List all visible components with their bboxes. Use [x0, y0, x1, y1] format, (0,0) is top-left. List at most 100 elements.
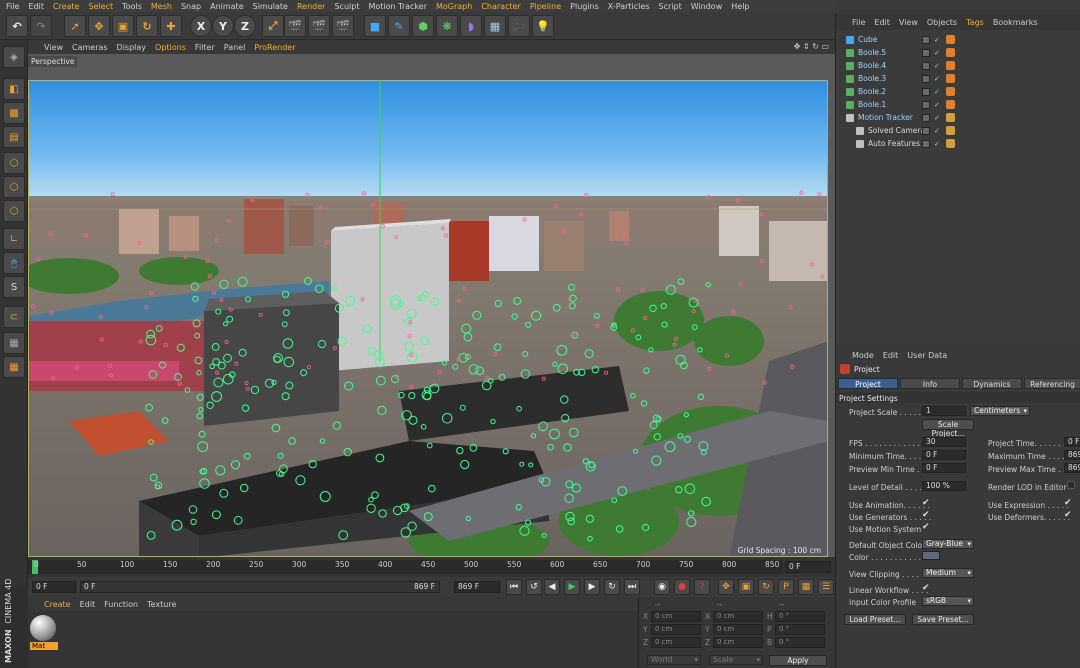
recent-tool-icon[interactable]: ✚: [160, 15, 182, 37]
preview-max-field[interactable]: 869: [1064, 463, 1080, 473]
menu-create[interactable]: Create: [53, 2, 80, 11]
tweak-mode-icon[interactable]: 🖱: [3, 252, 25, 274]
objects-menu-tags[interactable]: Tags: [966, 18, 984, 27]
visibility-toggle-icon[interactable]: [922, 87, 930, 96]
project-time-field[interactable]: 0 F: [1064, 437, 1080, 447]
default-object-color-dropdown[interactable]: Gray-Blue: [922, 539, 974, 549]
use-deformers-checkbox[interactable]: ✔: [1064, 510, 1072, 520]
record-active-icon[interactable]: ◉: [654, 579, 670, 595]
menu-window[interactable]: Window: [691, 2, 723, 11]
render-lod-checkbox[interactable]: [1067, 481, 1075, 489]
move-tool-icon[interactable]: ✥: [88, 15, 110, 37]
material-menu-edit[interactable]: Edit: [80, 600, 96, 609]
enabled-check-icon[interactable]: ✓: [934, 127, 940, 135]
viewport-menu-options[interactable]: Options: [155, 43, 186, 52]
menu-tools[interactable]: Tools: [122, 2, 142, 11]
enabled-check-icon[interactable]: ✓: [934, 36, 940, 44]
axis-mode-icon[interactable]: ∟: [3, 228, 25, 250]
viewport-menu-prorender[interactable]: ProRender: [254, 43, 295, 52]
visibility-toggle-icon[interactable]: [922, 48, 930, 57]
z-axis-button[interactable]: Z: [234, 15, 256, 37]
coord-field[interactable]: 0 °: [775, 637, 825, 648]
menu-motion-tracker[interactable]: Motion Tracker: [368, 2, 427, 11]
texture-mode-icon[interactable]: ▩: [3, 102, 25, 124]
viewport-menu-filter[interactable]: Filter: [195, 43, 215, 52]
attribute-menu-edit[interactable]: Edit: [883, 351, 899, 360]
menu-render[interactable]: Render: [297, 2, 325, 11]
object-row[interactable]: Boole.5 ✓: [836, 46, 1080, 59]
magnet-icon[interactable]: ⊂: [3, 306, 25, 328]
use-expression-checkbox[interactable]: ✔: [1064, 498, 1072, 508]
preview-range-slider[interactable]: 0 F 869 F: [80, 581, 440, 593]
undo-button[interactable]: ↶: [6, 15, 28, 37]
input-color-profile-dropdown[interactable]: sRGB: [922, 596, 974, 606]
prev-key-icon[interactable]: ↺: [526, 579, 542, 595]
goto-end-icon[interactable]: ⏭: [624, 579, 640, 595]
object-row[interactable]: Solved Camera ✓: [836, 124, 1080, 137]
enabled-check-icon[interactable]: ✓: [934, 62, 940, 70]
tab-info[interactable]: Info: [900, 378, 960, 389]
enabled-check-icon[interactable]: ✓: [934, 88, 940, 96]
object-row[interactable]: Boole.4 ✓: [836, 59, 1080, 72]
preview-min-field[interactable]: 0 F: [922, 463, 966, 473]
tag-icon[interactable]: [946, 35, 955, 44]
color-swatch[interactable]: [922, 551, 940, 560]
menu-x-particles[interactable]: X-Particles: [608, 2, 650, 11]
objects-menu-view[interactable]: View: [899, 18, 918, 27]
workplane-icon[interactable]: ▤: [3, 126, 25, 148]
tag-icon[interactable]: [946, 126, 955, 135]
object-row[interactable]: Cube ✓: [836, 33, 1080, 46]
visibility-toggle-icon[interactable]: [922, 139, 930, 148]
attribute-menu-mode[interactable]: Mode: [852, 351, 874, 360]
viewport-nav-icons[interactable]: ✥ ⇕ ↻ ▭: [794, 42, 829, 51]
viewport-menu-panel[interactable]: Panel: [224, 43, 246, 52]
object-row[interactable]: Auto Features ✓: [836, 137, 1080, 150]
redo-button[interactable]: ↷: [30, 15, 52, 37]
menu-select[interactable]: Select: [88, 2, 113, 11]
enabled-check-icon[interactable]: ✓: [934, 140, 940, 148]
viewport-menu-cameras[interactable]: Cameras: [72, 43, 108, 52]
visibility-toggle-icon[interactable]: [922, 100, 930, 109]
maximum-time-field[interactable]: 869: [1064, 450, 1080, 460]
lock-workplane-icon[interactable]: ▦: [3, 332, 25, 354]
tab-project-settings[interactable]: Project Settings: [838, 378, 898, 400]
objects-menu-objects[interactable]: Objects: [927, 18, 957, 27]
deformer-icon[interactable]: ◗: [460, 15, 482, 37]
current-frame-field[interactable]: 0 F: [785, 561, 831, 573]
render-view-icon[interactable]: 🎬: [284, 15, 306, 37]
play-icon[interactable]: ▶: [564, 579, 580, 595]
x-axis-button[interactable]: X: [190, 15, 212, 37]
menu-sculpt[interactable]: Sculpt: [334, 2, 359, 11]
menu-edit[interactable]: Edit: [28, 2, 44, 11]
material-swatch[interactable]: Mat: [30, 615, 58, 651]
menu-animate[interactable]: Animate: [210, 2, 244, 11]
project-scale-field[interactable]: 1: [922, 406, 966, 416]
tag-icon[interactable]: [946, 61, 955, 70]
key-scale-icon[interactable]: ▣: [738, 579, 754, 595]
object-row[interactable]: Boole.2 ✓: [836, 85, 1080, 98]
load-preset-button[interactable]: Load Preset...: [844, 614, 906, 625]
make-editable-icon[interactable]: ◈: [3, 46, 25, 68]
menu-snap[interactable]: Snap: [181, 2, 201, 11]
points-mode-icon[interactable]: ⬡: [3, 152, 25, 174]
scale-project-button[interactable]: Scale Project...: [922, 419, 974, 438]
menu-plugins[interactable]: Plugins: [570, 2, 599, 11]
fps-field[interactable]: 30: [922, 437, 966, 447]
viewport-menu-view[interactable]: View: [44, 43, 63, 52]
level-of-detail-field[interactable]: 100 %: [922, 481, 966, 491]
visibility-toggle-icon[interactable]: [922, 61, 930, 70]
array-icon[interactable]: ❋: [436, 15, 458, 37]
edges-mode-icon[interactable]: ⬡: [3, 176, 25, 198]
visibility-toggle-icon[interactable]: [922, 35, 930, 44]
view-clipping-dropdown[interactable]: Medium: [922, 568, 974, 578]
timeline-options-icon[interactable]: ☰: [818, 579, 834, 595]
snap-icon[interactable]: S: [3, 276, 25, 298]
menu-simulate[interactable]: Simulate: [253, 2, 288, 11]
menu-help[interactable]: Help: [731, 2, 749, 11]
polygons-mode-icon[interactable]: ⬡: [3, 200, 25, 222]
visibility-toggle-icon[interactable]: [922, 126, 930, 135]
model-mode-icon[interactable]: ◧: [3, 78, 25, 100]
use-motion-system-checkbox[interactable]: ✔: [922, 522, 930, 532]
end-frame-field[interactable]: 869 F: [454, 581, 500, 593]
objects-menu-bookmarks[interactable]: Bookmarks: [993, 18, 1038, 27]
